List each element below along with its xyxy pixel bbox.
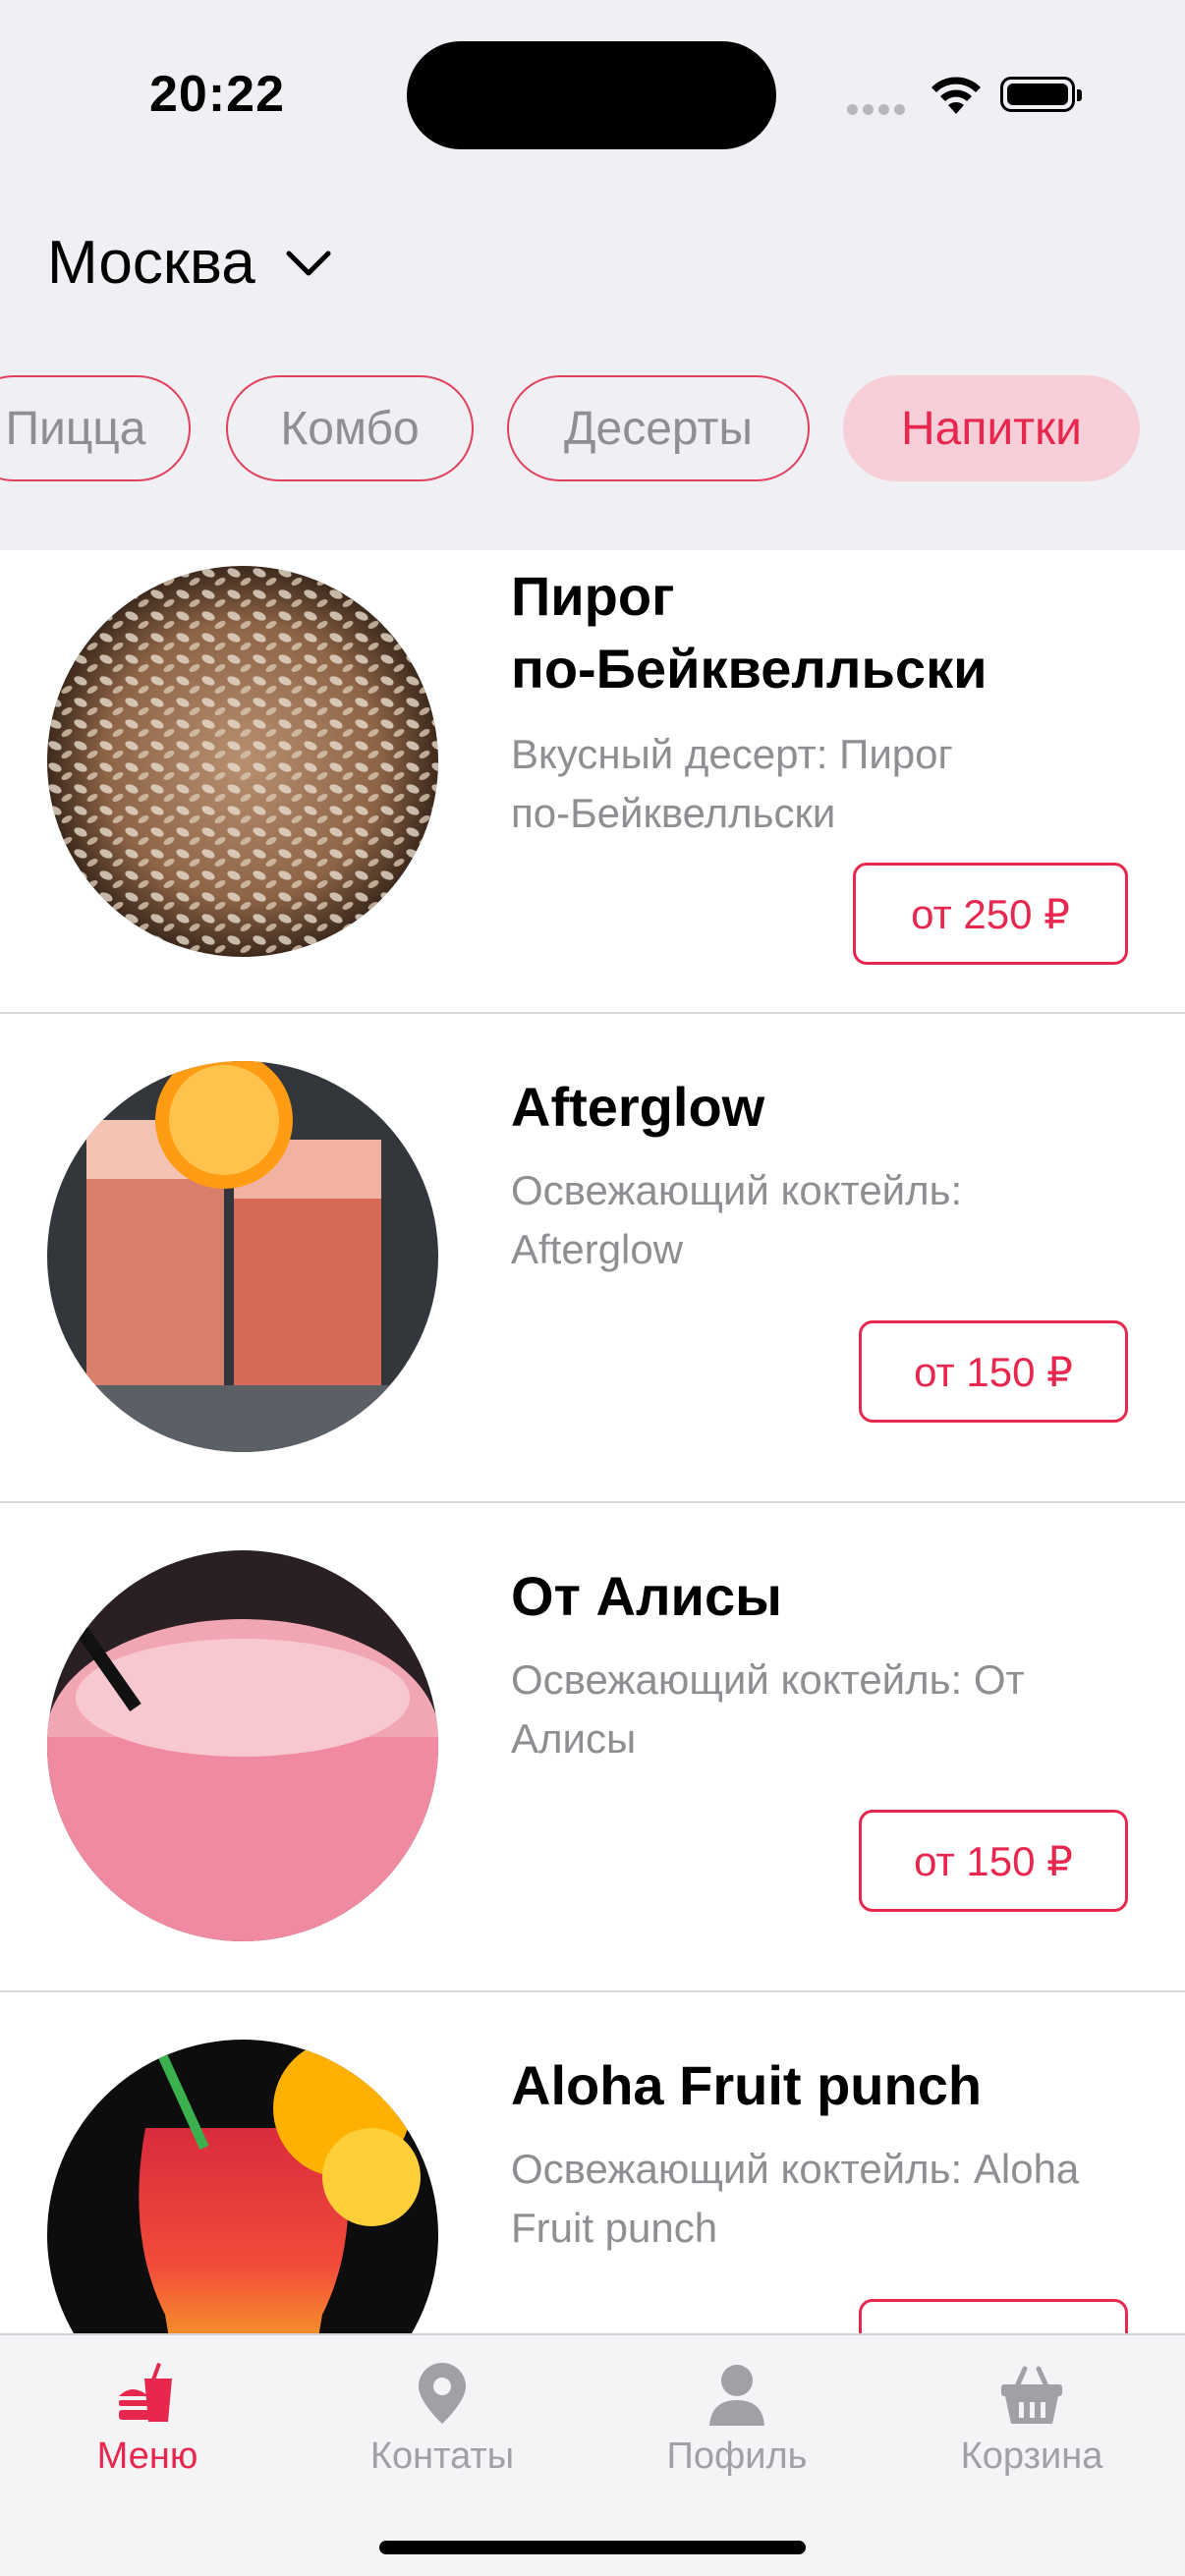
category-chip-combo[interactable]: Комбо <box>226 375 474 481</box>
product-description: Вкусный десерт: Пирог по-Бейквелльски <box>511 731 953 836</box>
signal-dot-icon <box>878 104 889 115</box>
product-image <box>47 2040 438 2333</box>
tab-contacts-label: Контаты <box>369 2436 515 2477</box>
product-image <box>47 1061 438 1452</box>
category-chip-drinks[interactable]: Напитки <box>843 375 1140 481</box>
product-description: Освежающий коктейль: От Алисы <box>511 1656 1025 1762</box>
price-button[interactable]: от 150 ₽ <box>859 1810 1128 1912</box>
product-item[interactable]: От Алисы Освежающий коктейль: От Алисы о… <box>0 1503 1185 1990</box>
price-button[interactable]: от 150 ₽ <box>859 1320 1128 1423</box>
battery-icon <box>1000 77 1082 112</box>
tab-contacts[interactable]: Контаты <box>295 2349 590 2478</box>
product-item[interactable]: Пирог по-Бейквелльски Вкусный десерт: Пи… <box>0 550 1185 1012</box>
product-item[interactable]: Aloha Fruit punch Освежающий коктейль: A… <box>0 1992 1185 2333</box>
basket-icon <box>1001 2366 1062 2424</box>
product-title: Пирог по-Бейквелльски <box>511 565 988 700</box>
product-image <box>47 1550 438 1941</box>
dynamic-island <box>407 41 776 149</box>
product-image <box>47 566 438 957</box>
category-chip-pizza[interactable]: Пицца <box>0 375 191 481</box>
signal-dot-icon <box>863 104 874 115</box>
category-bar[interactable]: Пицца Комбо Десерты Напитки <box>0 375 1185 483</box>
product-description: Освежающий коктейль: Aloha Fruit punch <box>511 2146 1080 2251</box>
city-selector[interactable]: Москва <box>47 228 332 298</box>
status-time: 20:22 <box>149 66 285 123</box>
price-button[interactable]: от 150 ₽ <box>859 2299 1128 2333</box>
signal-dot-icon <box>847 104 858 115</box>
tab-menu[interactable]: Меню <box>0 2349 295 2478</box>
header: 20:22 Москва Пицца Комбо Десерты Напитки <box>0 0 1185 550</box>
category-chip-desserts[interactable]: Десерты <box>507 375 810 481</box>
tab-bar: Меню Контаты Пофиль Корзина <box>0 2333 1185 2576</box>
price-button[interactable]: от 250 ₽ <box>853 863 1128 965</box>
tab-menu-label: Меню <box>96 2436 198 2477</box>
tab-profile[interactable]: Пофиль <box>590 2349 884 2478</box>
home-indicator[interactable] <box>379 2541 806 2554</box>
wifi-icon <box>931 77 981 114</box>
signal-dot-icon <box>894 104 905 115</box>
product-list[interactable]: Пирог по-Бейквелльски Вкусный десерт: Пи… <box>0 550 1185 2333</box>
tab-profile-label: Пофиль <box>666 2436 808 2477</box>
chevron-down-icon <box>286 251 331 275</box>
city-label: Москва <box>47 229 255 297</box>
map-pin-icon <box>419 2363 466 2424</box>
product-description: Освежающий коктейль: Afterglow <box>511 1167 963 1272</box>
burger-drink-icon <box>119 2362 172 2422</box>
tab-cart[interactable]: Корзина <box>884 2349 1179 2478</box>
person-icon <box>709 2365 764 2426</box>
product-title: Afterglow <box>511 1076 765 1138</box>
product-title: Aloha Fruit punch <box>511 2054 983 2116</box>
product-title: От Алисы <box>511 1565 782 1627</box>
tab-cart-label: Корзина <box>960 2436 1103 2477</box>
product-item[interactable]: Afterglow Освежающий коктейль: Afterglow… <box>0 1014 1185 1501</box>
